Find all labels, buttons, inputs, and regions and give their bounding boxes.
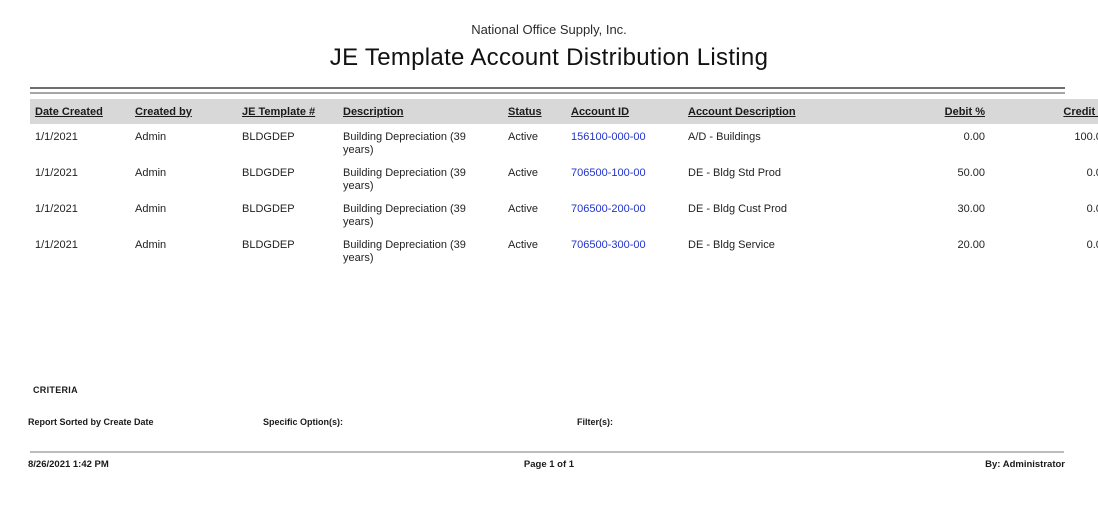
company-name: National Office Supply, Inc.	[0, 22, 1098, 37]
cell-credit-pct: 0.00	[988, 160, 1098, 196]
cell-debit-pct: 50.00	[878, 160, 988, 196]
cell-created-by: Admin	[130, 196, 237, 232]
cell-account-description: DE - Bldg Service	[683, 232, 878, 268]
table-row: 1/1/2021AdminBLDGDEPBuilding Depreciatio…	[30, 196, 1098, 232]
cell-date-created: 1/1/2021	[30, 196, 130, 232]
column-header-credit-pct: Credit %	[988, 99, 1098, 124]
footer-by-user: By: Administrator	[985, 459, 1065, 470]
title-divider	[30, 87, 1065, 94]
cell-created-by: Admin	[130, 232, 237, 268]
cell-account-description: DE - Bldg Cust Prod	[683, 196, 878, 232]
table-body: 1/1/2021AdminBLDGDEPBuilding Depreciatio…	[30, 124, 1098, 268]
column-header-account-description: Account Description	[683, 99, 878, 124]
cell-credit-pct: 100.00	[988, 124, 1098, 160]
cell-account-description: DE - Bldg Std Prod	[683, 160, 878, 196]
account-distribution-table: Date Created Created by JE Template # Descr…	[30, 99, 1098, 268]
specific-options-label: Specific Option(s):	[263, 417, 343, 427]
account-id-link[interactable]: 706500-300-00	[571, 239, 646, 251]
footer: 8/26/2021 1:42 PM Page 1 of 1 By: Admini…	[0, 459, 1098, 473]
cell-date-created: 1/1/2021	[30, 124, 130, 160]
account-id-link[interactable]: 706500-200-00	[571, 203, 646, 215]
cell-je-template: BLDGDEP	[237, 232, 338, 268]
column-header-label: JE Template #	[242, 106, 315, 118]
table-row: 1/1/2021AdminBLDGDEPBuilding Depreciatio…	[30, 160, 1098, 196]
cell-status: Active	[503, 232, 566, 268]
cell-date-created: 1/1/2021	[30, 232, 130, 268]
table-header-row: Date Created Created by JE Template # Descr…	[30, 99, 1098, 124]
cell-debit-pct: 30.00	[878, 196, 988, 232]
cell-description: Building Depreciation (39 years)	[338, 232, 503, 268]
criteria-sort-text: Report Sorted by Create Date	[28, 417, 154, 427]
column-header-label: Description	[343, 106, 404, 118]
column-header-label: Created by	[135, 106, 192, 118]
cell-account-id: 156100-000-00	[566, 124, 683, 160]
cell-description: Building Depreciation (39 years)	[338, 124, 503, 160]
footer-page-indicator: Page 1 of 1	[0, 459, 1098, 470]
column-header-label: Status	[508, 106, 542, 118]
column-header-label: Account ID	[571, 106, 629, 118]
column-header-date-created: Date Created	[30, 99, 130, 124]
cell-created-by: Admin	[130, 124, 237, 160]
cell-date-created: 1/1/2021	[30, 160, 130, 196]
table-row: 1/1/2021AdminBLDGDEPBuilding Depreciatio…	[30, 124, 1098, 160]
column-header-label: Debit %	[945, 106, 985, 118]
report-page: National Office Supply, Inc. JE Template…	[0, 0, 1098, 524]
footer-divider	[30, 451, 1064, 453]
table-row: 1/1/2021AdminBLDGDEPBuilding Depreciatio…	[30, 232, 1098, 268]
cell-description: Building Depreciation (39 years)	[338, 160, 503, 196]
column-header-label: Account Description	[688, 106, 796, 118]
cell-credit-pct: 0.00	[988, 196, 1098, 232]
account-id-link[interactable]: 156100-000-00	[571, 131, 646, 143]
column-header-label: Credit %	[1063, 106, 1098, 118]
cell-je-template: BLDGDEP	[237, 124, 338, 160]
page-title: JE Template Account Distribution Listing	[0, 44, 1098, 72]
cell-account-description: A/D - Buildings	[683, 124, 878, 160]
filters-label: Filter(s):	[577, 417, 613, 427]
cell-status: Active	[503, 160, 566, 196]
criteria-heading: CRITERIA	[33, 385, 78, 395]
cell-debit-pct: 0.00	[878, 124, 988, 160]
cell-credit-pct: 0.00	[988, 232, 1098, 268]
cell-created-by: Admin	[130, 160, 237, 196]
cell-debit-pct: 20.00	[878, 232, 988, 268]
column-header-account-id: Account ID	[566, 99, 683, 124]
cell-je-template: BLDGDEP	[237, 160, 338, 196]
cell-je-template: BLDGDEP	[237, 196, 338, 232]
cell-status: Active	[503, 196, 566, 232]
cell-account-id: 706500-300-00	[566, 232, 683, 268]
column-header-debit-pct: Debit %	[878, 99, 988, 124]
column-header-je-template: JE Template #	[237, 99, 338, 124]
column-header-label: Date Created	[35, 106, 103, 118]
cell-status: Active	[503, 124, 566, 160]
account-id-link[interactable]: 706500-100-00	[571, 167, 646, 179]
cell-description: Building Depreciation (39 years)	[338, 196, 503, 232]
column-header-description: Description	[338, 99, 503, 124]
column-header-status: Status	[503, 99, 566, 124]
column-header-created-by: Created by	[130, 99, 237, 124]
cell-account-id: 706500-100-00	[566, 160, 683, 196]
cell-account-id: 706500-200-00	[566, 196, 683, 232]
